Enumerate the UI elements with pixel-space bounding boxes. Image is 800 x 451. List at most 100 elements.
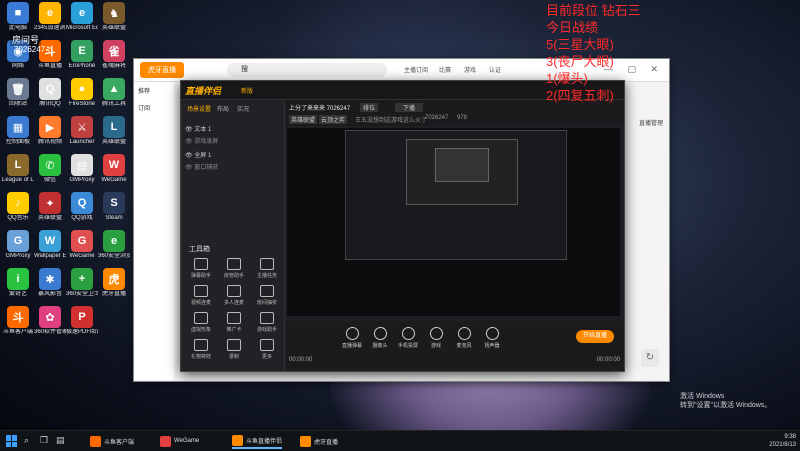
tool-button[interactable]: 弹幕助手 [187, 258, 215, 279]
desktop-icon[interactable]: ✦ 英雄联盟 [34, 192, 66, 222]
desktop-icon-label: 极速PDF阅读器 [66, 329, 98, 335]
stream-control-button[interactable]: 摄像头 [365, 327, 395, 349]
desktop-icon[interactable]: ♞ 英雄联盟 [98, 2, 130, 32]
desktop-icon[interactable]: ⚔ Launcher [66, 116, 98, 146]
record-timer: 00:00:00 [596, 357, 620, 363]
nav-item[interactable]: 游戏 [464, 65, 476, 74]
app-icon: + [71, 268, 93, 290]
desktop-icon-label: Steam [105, 215, 123, 221]
sidebar-item-subscribe[interactable]: 订阅 [134, 99, 174, 116]
tool-button[interactable]: 推广卡 [220, 312, 248, 333]
desktop-icon-label: 斗鱼直播 [37, 63, 62, 69]
desktop-icon[interactable]: G GMProxy [2, 230, 34, 260]
start-button[interactable] [6, 435, 18, 447]
desktop-icon[interactable]: ✱ 暴风影音 [34, 268, 66, 298]
sidebar-item-recommend[interactable]: 推荐 [134, 82, 174, 99]
tab-layout[interactable]: 布局 [217, 104, 229, 113]
tool-button[interactable]: 主播任务 [253, 258, 281, 279]
tag-chip[interactable]: 云顶之弈 [319, 115, 348, 124]
desktop-icon[interactable]: e360安全浏览器 [98, 230, 130, 260]
nav-item[interactable]: 比赛 [439, 65, 451, 74]
desktop-icon[interactable]: G WeGame [66, 230, 98, 260]
desktop-icon[interactable]: E EroPhone [66, 40, 98, 70]
tool-button[interactable]: 房间抽奖 [253, 285, 281, 306]
app-icon: e [71, 2, 93, 24]
tab-live[interactable]: 实况 [237, 104, 249, 113]
desktop-icon[interactable]: 斗斗鱼客户端 [2, 306, 34, 336]
control-icon [345, 327, 359, 340]
desktop-icon[interactable]: 雀雀魂麻将 [98, 40, 130, 70]
desktop-icon-label: 英雄联盟 [101, 25, 126, 31]
tool-label: 弹幕助手 [190, 273, 211, 279]
desktop-icon[interactable]: +360安全卫士 [66, 268, 98, 298]
start-live-button[interactable]: 开始直播 [576, 330, 614, 343]
stream-control-button[interactable]: 直播弹幕 [337, 327, 367, 349]
tool-button[interactable]: 房管助手 [220, 258, 248, 279]
nav-item[interactable]: 认证 [489, 65, 501, 74]
tab-scene[interactable]: 场景设置 [187, 104, 211, 113]
system-tray[interactable]: 9:38 2021/8/13 [769, 433, 796, 449]
app-icon: e [103, 230, 125, 252]
tool-label: 房管助手 [223, 273, 244, 279]
desktop-icon[interactable]: ▶ 腾讯视频 [34, 116, 66, 146]
desktop-icon[interactable]: W WeGame [98, 154, 130, 184]
taskbar-app[interactable]: 斗鱼直播伴侣 [232, 433, 283, 449]
desktop-icon[interactable]: ♪ QQ音乐 [2, 192, 34, 222]
tool-button[interactable]: 礼物特效 [187, 339, 215, 360]
notice-text: 王五没想到这游戏这么火了 [355, 118, 428, 124]
stream-control-button[interactable]: 麦克风 [449, 327, 479, 349]
desktop-icon[interactable]: i 爱奇艺 [2, 268, 34, 298]
desktop-icon[interactable]: 虎虎牙直播 [98, 268, 130, 298]
desktop-icon[interactable]: P极速PDF阅读器 [66, 306, 98, 336]
file-explorer-icon[interactable]: ▤ [56, 435, 65, 446]
scene-item[interactable]: 👁 文本 1 [185, 124, 211, 133]
refresh-icon[interactable]: ↻ [641, 349, 659, 367]
desktop-icon[interactable]: e2345加速浏览器 [34, 2, 66, 32]
category-chip[interactable]: 排位 [360, 103, 379, 112]
desktop-icon[interactable]: S Steam [98, 192, 130, 222]
desktop-icon[interactable]: ✆ 微信 [34, 154, 66, 184]
control-icon [485, 327, 499, 340]
desktop-icon[interactable]: Q QQ游戏 [66, 192, 98, 222]
scene-item[interactable]: 👁 全屏 1 [185, 150, 211, 159]
tool-button[interactable]: 虚拟形象 [187, 312, 215, 333]
taskbar: ⌕ ❐ ▤ 斗鱼客户端 WeGame 斗鱼直播伴侣 虎牙直播 9:38 2021/8/… [0, 430, 800, 451]
app-logo[interactable]: 虎牙直播 [140, 62, 184, 78]
taskbar-app[interactable]: 斗鱼客户端 [90, 433, 134, 449]
stream-control-button[interactable]: 手机投屏 [393, 327, 423, 349]
desktop-icon[interactable]: ✿ 360软件管家 [34, 306, 66, 336]
scene-item[interactable]: 👁 窗口捕获 [185, 162, 218, 171]
desktop-icon[interactable]: LLeague of Legends [2, 154, 34, 184]
desktop-icon[interactable]: ▤ GMProxy [66, 154, 98, 184]
control-icon [373, 327, 387, 340]
tool-button[interactable]: 游戏助手 [253, 312, 281, 333]
nav-item[interactable]: 主播订阅 [404, 65, 428, 74]
desktop-icon[interactable]: ■ 此电脑 [2, 2, 34, 32]
scene-item[interactable]: 👁 游戏录屏 [185, 136, 218, 145]
search-input[interactable]: 搜 [227, 63, 387, 77]
stream-control-button[interactable]: 游戏 [421, 327, 451, 349]
stream-timer: 00:00:00 [289, 357, 313, 363]
stop-live-button[interactable]: 下播 [395, 103, 424, 112]
desktop-icon[interactable]: Q 腾讯QQ [34, 78, 66, 108]
tag-chip[interactable]: 英雄联盟 [289, 115, 318, 124]
tool-button[interactable]: 多人连麦 [220, 285, 248, 306]
desktop-icon[interactable]: ▦ 控制面板 [2, 116, 34, 146]
app-icon: L [103, 116, 125, 138]
taskbar-app[interactable]: 虎牙直播 [300, 433, 338, 449]
desktop-icon[interactable]: WWallpaper Engine [34, 230, 66, 260]
desktop-icon[interactable]: eMicrosoft Edge [66, 2, 98, 32]
tool-button[interactable]: 录制 [220, 339, 248, 360]
task-view-icon[interactable]: ❐ [40, 435, 48, 446]
desktop-icon[interactable]: L 英雄联盟 [98, 116, 130, 146]
tool-button[interactable]: 更多 [253, 339, 281, 360]
desktop-icon[interactable]: ▲ 腾讯工具 [98, 78, 130, 108]
stream-control-button[interactable]: 扬声器 [477, 327, 507, 349]
desktop-icon[interactable]: ● FireStone [66, 78, 98, 108]
live-title[interactable]: 上分了来来来 7026247 [289, 103, 350, 112]
desktop-icon[interactable]: 🗑 回收站 [2, 78, 34, 108]
taskbar-app[interactable]: WeGame [160, 433, 199, 449]
search-icon[interactable]: ⌕ [24, 435, 29, 446]
tool-button[interactable]: 视频连麦 [187, 285, 215, 306]
right-panel-label[interactable]: 直播管理 [639, 118, 663, 127]
